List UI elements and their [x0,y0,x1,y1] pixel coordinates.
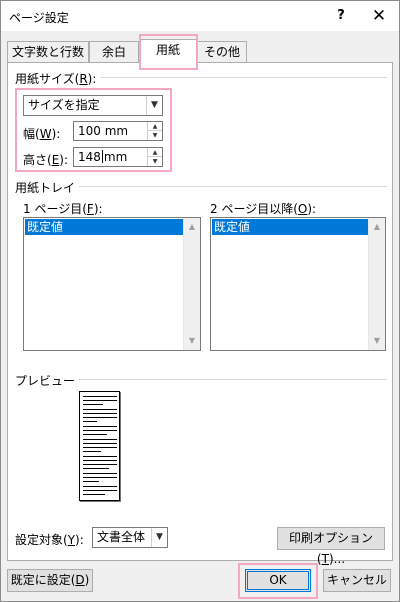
set-as-default-button[interactable]: 既定に設定(D) [7,569,93,592]
other-pages-scrollbar[interactable]: ▲ ▼ [368,218,385,350]
tab-other[interactable]: その他 [197,41,247,63]
preview-group-label: プレビュー [15,372,80,389]
page-preview [79,391,120,501]
apply-to-selected: 文書全体 [97,530,146,544]
scroll-down-icon[interactable]: ▼ [184,333,200,349]
cancel-button[interactable]: キャンセル [323,569,391,592]
preview-line [83,490,117,491]
paper-size-select[interactable]: サイズを指定 ▼ [23,95,163,116]
first-page-scrollbar[interactable]: ▲ ▼ [183,218,200,350]
preview-line [83,404,103,405]
height-spin-buttons: ▲ ▼ [147,148,162,166]
height-value: 148 mm [78,150,128,164]
tab-paper[interactable]: 用紙 [139,39,197,64]
width-spin-buttons: ▲ ▼ [147,122,162,140]
paper-size-group-label: 用紙サイズ(R): [15,70,101,87]
tab-characters-and-lines[interactable]: 文字数と行数 [7,41,89,63]
preview-line [83,464,117,465]
scroll-up-icon[interactable]: ▲ [369,219,385,235]
paper-tray-group-label: 用紙トレイ [15,179,80,196]
chevron-down-icon[interactable]: ▼ [146,96,162,115]
preview-line [83,430,117,431]
preview-line [83,447,117,448]
preview-line [83,460,117,461]
preview-line [83,494,105,495]
print-options-button[interactable]: 印刷オプション(T)... [277,527,385,566]
preview-line [83,426,117,427]
width-down-arrow-icon[interactable]: ▼ [148,131,162,140]
preview-line [83,451,101,452]
height-up-arrow-icon[interactable]: ▲ [148,148,162,157]
height-stepper[interactable]: 148 mm ▲ ▼ [73,147,163,167]
preview-line [83,477,117,478]
preview-line [83,396,117,397]
apply-to-label: 設定対象(Y): [15,533,84,547]
preview-line [83,421,97,422]
first-page-tray-item[interactable]: 既定値 [25,219,183,235]
ok-button[interactable]: OK [245,569,311,592]
paper-size-divider [91,77,387,78]
preview-line [83,439,117,440]
paper-size-selected: サイズを指定 [28,98,100,112]
tab-margins[interactable]: 余白 [89,41,139,63]
close-button[interactable]: ✕ [365,5,393,27]
first-page-label: 1 ページ目(F): [23,202,103,216]
text-caret [101,150,103,163]
other-pages-tray-list[interactable]: 既定値 ▲ ▼ [210,217,386,351]
preview-line [83,486,117,487]
chevron-down-icon[interactable]: ▼ [151,528,167,547]
preview-line [83,468,109,469]
scroll-up-icon[interactable]: ▲ [184,219,200,235]
preview-line [83,456,117,457]
width-label: 幅(W): [23,127,61,141]
preview-line [83,473,117,474]
preview-line [83,443,117,444]
preview-line [83,400,117,401]
width-value: 100 mm [78,124,129,138]
window-title: ページ設定 [9,11,69,25]
page-setup-dialog: ページ設定 ? ✕ 文字数と行数 余白 用紙 その他 用紙サイズ(R): サイズ… [0,0,400,602]
width-up-arrow-icon[interactable]: ▲ [148,122,162,131]
height-down-arrow-icon[interactable]: ▼ [148,157,162,166]
preview-divider [71,379,387,380]
height-label: 高さ(E): [23,153,69,167]
preview-line [83,417,117,418]
other-pages-label: 2 ページ目以降(O): [210,202,317,216]
help-button[interactable]: ? [327,5,355,27]
apply-to-select[interactable]: 文書全体 ▼ [92,527,168,548]
preview-line [83,434,107,435]
other-pages-tray-item[interactable]: 既定値 [212,219,368,235]
first-page-tray-list[interactable]: 既定値 ▲ ▼ [23,217,201,351]
paper-tray-divider [79,186,387,187]
preview-line [83,413,117,414]
width-stepper[interactable]: 100 mm ▲ ▼ [73,121,163,141]
scroll-down-icon[interactable]: ▼ [369,333,385,349]
title-bar: ページ設定 ? ✕ [1,1,399,31]
preview-line [83,481,99,482]
preview-line [83,409,117,410]
